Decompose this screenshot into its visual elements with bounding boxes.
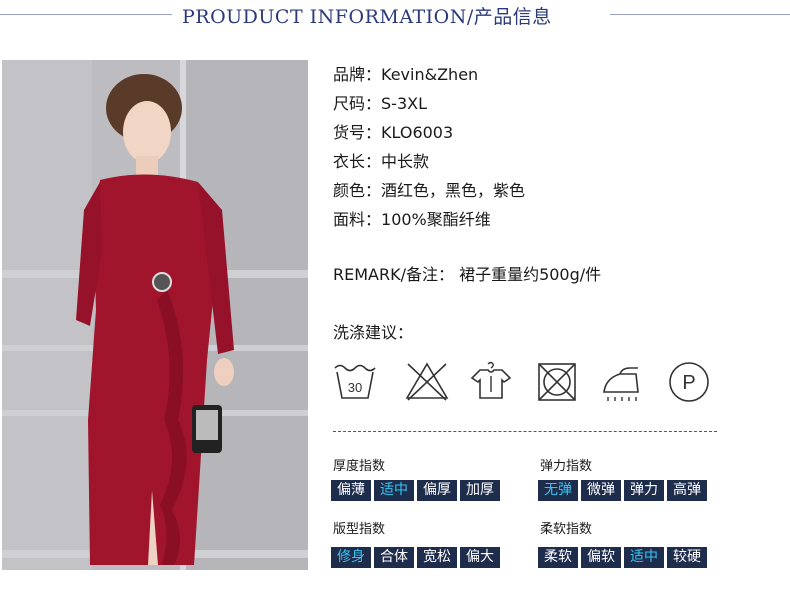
softness-option-slightly-soft: 偏软 [581, 547, 621, 568]
remark-text: REMARK/备注： 裙子重量约500g/件 [333, 265, 602, 284]
info-row-brand: 品牌：Kevin&Zhen [333, 65, 479, 84]
fit-option-slim: 修身 [331, 547, 371, 568]
product-info: 品牌：Kevin&Zhen 尺码：S-3XL 货号：KLO6003 衣长：中长款… [333, 64, 525, 238]
fit-option-loose: 宽松 [417, 547, 457, 568]
fit-index-title: 版型指数 [333, 522, 386, 537]
info-row-length: 衣长：中长款 [333, 152, 430, 171]
wash-advice-title: 洗涤建议： [333, 323, 414, 342]
softness-option-soft: 柔软 [538, 547, 578, 568]
care-icons: 30 P [330, 360, 730, 410]
no-tumble-dry-icon [532, 360, 582, 404]
wash-30-icon: 30 [330, 360, 380, 404]
fit-option-regular: 合体 [374, 547, 414, 568]
svg-text:30: 30 [348, 380, 362, 395]
product-photo [2, 60, 308, 570]
softness-index-options: 柔软 偏软 适中 较硬 [538, 547, 707, 568]
info-row-fabric: 面料：100%聚酯纤维 [333, 210, 491, 229]
softness-option-medium: 适中 [624, 547, 664, 568]
softness-index-title: 柔软指数 [540, 522, 593, 537]
elasticity-index-title: 弹力指数 [540, 459, 593, 474]
info-row-size: 尺码：S-3XL [333, 94, 427, 113]
elasticity-option-slight: 微弹 [581, 480, 621, 501]
thickness-index-options: 偏薄 适中 偏厚 加厚 [331, 480, 500, 501]
softness-option-hard: 较硬 [667, 547, 707, 568]
header-divider-right [610, 14, 790, 15]
hang-dry-icon [466, 360, 516, 404]
professional-dry-clean-icon: P [664, 360, 714, 404]
info-row-color: 颜色：酒红色，黑色，紫色 [333, 181, 526, 200]
header-divider-left [0, 14, 172, 15]
thickness-option-thin: 偏薄 [331, 480, 371, 501]
svg-text:P: P [682, 372, 695, 394]
thickness-option-extra-thick: 加厚 [460, 480, 500, 501]
elasticity-index-options: 无弹 微弹 弹力 高弹 [538, 480, 707, 501]
elasticity-option-elastic: 弹力 [624, 480, 664, 501]
thickness-option-thick: 偏厚 [417, 480, 457, 501]
iron-icon [596, 360, 646, 404]
elasticity-option-high: 高弹 [667, 480, 707, 501]
fit-option-oversized: 偏大 [460, 547, 500, 568]
no-bleach-icon [402, 360, 452, 404]
thickness-index-title: 厚度指数 [333, 459, 386, 474]
fit-index-options: 修身 合体 宽松 偏大 [331, 547, 500, 568]
elasticity-option-none: 无弹 [538, 480, 578, 501]
thickness-option-medium: 适中 [374, 480, 414, 501]
info-row-sku: 货号：KLO6003 [333, 123, 454, 142]
divider-dashed [333, 431, 717, 432]
section-title: PROUDUCT INFORMATION/产品信息 [182, 6, 552, 28]
